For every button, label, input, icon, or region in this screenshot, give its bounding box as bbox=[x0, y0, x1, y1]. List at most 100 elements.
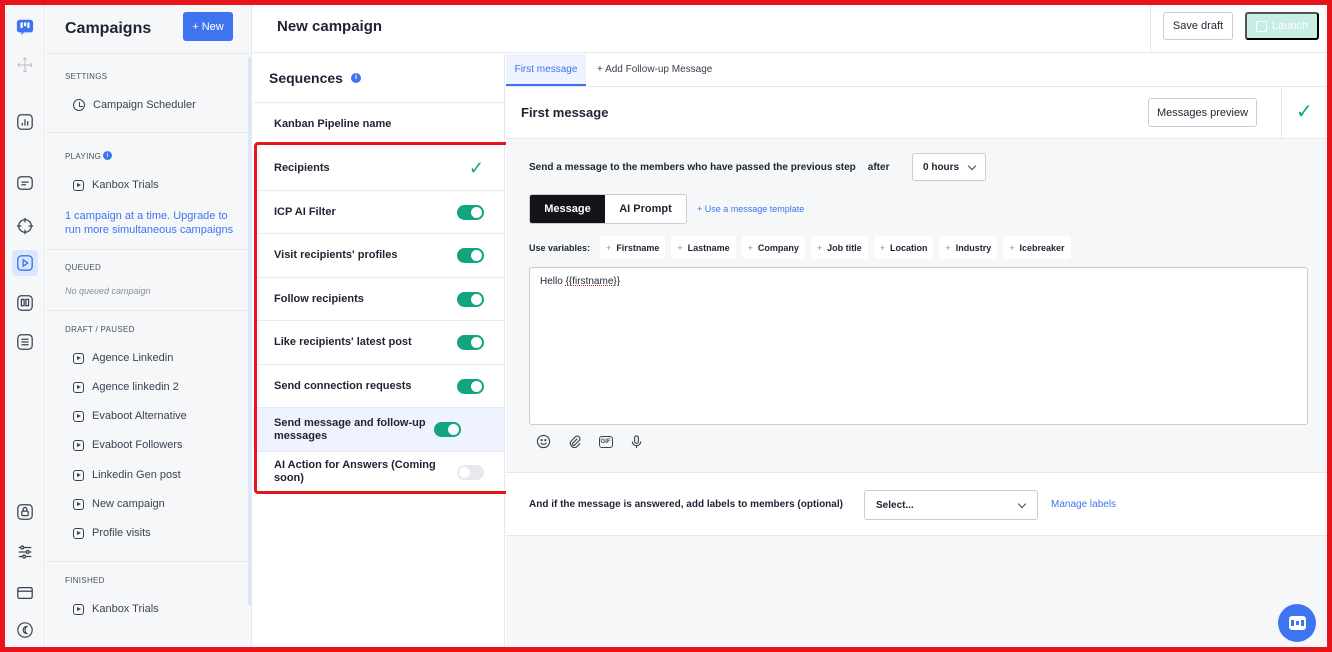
sidebar-item-draft-3[interactable]: Evaboot Followers bbox=[73, 439, 183, 451]
visit-profiles-toggle[interactable] bbox=[457, 248, 484, 263]
emoji-icon[interactable] bbox=[536, 434, 551, 449]
page-title: New campaign bbox=[277, 18, 383, 35]
tab-add-follow-up[interactable]: + Add Follow-up Message bbox=[597, 64, 712, 75]
follow-recipients-toggle[interactable] bbox=[457, 291, 484, 307]
divider bbox=[46, 561, 249, 562]
billing-card-icon[interactable] bbox=[15, 583, 35, 603]
save-draft-button[interactable]: Save draft bbox=[1163, 12, 1233, 40]
variable-label: Location bbox=[889, 242, 928, 253]
labels-select[interactable]: Select... bbox=[864, 490, 1038, 520]
sequence-row-label: Visit recipients' profiles bbox=[274, 249, 398, 261]
microphone-icon[interactable] bbox=[629, 434, 644, 449]
campaigns-icon[interactable] bbox=[12, 250, 38, 276]
icp-ai-filter-toggle[interactable] bbox=[457, 204, 484, 220]
campaign-scheduler-label: Campaign Scheduler bbox=[93, 99, 196, 111]
campaign-play-icon bbox=[73, 410, 84, 422]
sidebar-scrollbar[interactable] bbox=[248, 57, 251, 605]
sidebar-item-draft-5[interactable]: New campaign bbox=[73, 498, 165, 510]
sequence-row-recipients[interactable]: Recipients ✓ bbox=[253, 146, 504, 190]
sequences-title: Sequences i bbox=[269, 70, 361, 86]
divider bbox=[1281, 87, 1282, 138]
top-header: New campaign Save draft Launch bbox=[253, 5, 1327, 53]
variable-chip[interactable]: + Job title bbox=[810, 236, 868, 259]
campaign-play-icon bbox=[73, 498, 84, 510]
dashboard-icon[interactable] bbox=[15, 112, 35, 132]
campaign-play-icon bbox=[73, 603, 84, 615]
new-campaign-button[interactable]: + New bbox=[183, 12, 233, 41]
divider bbox=[1150, 5, 1151, 52]
divider bbox=[46, 53, 249, 54]
chevron-down-icon bbox=[1017, 499, 1027, 508]
after-label: after bbox=[867, 162, 890, 173]
gif-icon[interactable]: GIF bbox=[598, 434, 613, 449]
ai-action-toggle bbox=[457, 464, 484, 480]
delay-select[interactable]: 0 hours bbox=[912, 153, 986, 181]
sidebar-item-draft-4[interactable]: Linkedin Gen post bbox=[73, 469, 181, 481]
kanban-icon[interactable] bbox=[15, 293, 35, 313]
sidebar-title: Campaigns bbox=[65, 20, 152, 37]
message-header: First message Messages preview ✓ bbox=[506, 87, 1327, 139]
attachment-icon[interactable] bbox=[567, 434, 582, 449]
campaign-play-icon bbox=[73, 179, 84, 191]
target-icon[interactable] bbox=[15, 216, 35, 236]
editor-toolbar: GIF bbox=[536, 434, 644, 449]
campaign-play-icon bbox=[73, 527, 84, 539]
campaign-play-icon bbox=[73, 381, 84, 393]
sidebar-item-label: Agence Linkedin bbox=[92, 352, 174, 364]
sidebar-item-draft-2[interactable]: Evaboot Alternative bbox=[73, 410, 187, 422]
send-message-toggle[interactable] bbox=[434, 422, 461, 437]
sidebar-item-draft-6[interactable]: Profile visits bbox=[73, 527, 151, 539]
sequences-panel: Sequences i Kanban Pipeline name Recipie… bbox=[253, 54, 505, 647]
use-template-link[interactable]: + Use a message template bbox=[697, 204, 804, 214]
upgrade-link[interactable]: 1 campaign at a time. Upgrade to run mor… bbox=[65, 209, 240, 237]
plus-icon: + bbox=[1009, 242, 1015, 253]
variable-label: Industry bbox=[955, 242, 992, 253]
chat-support-button[interactable] bbox=[1278, 604, 1316, 642]
sidebar-item-draft-0[interactable]: Agence Linkedin bbox=[73, 352, 173, 364]
section-finished: FINISHED bbox=[65, 576, 105, 585]
launch-button[interactable]: Launch bbox=[1245, 12, 1319, 40]
settings-sliders-icon[interactable] bbox=[15, 542, 35, 562]
sidebar-item-finished-0[interactable]: Kanbox Trials bbox=[73, 603, 159, 615]
send-rule: Send a message to the members who have p… bbox=[529, 162, 889, 173]
info-icon[interactable]: i bbox=[103, 151, 113, 160]
connection-requests-toggle[interactable] bbox=[457, 378, 484, 394]
sequence-row-connection-requests[interactable]: Send connection requests bbox=[253, 364, 504, 407]
campaigns-sidebar: Campaigns + New SETTINGS Campaign Schedu… bbox=[46, 5, 252, 647]
mode-message-button[interactable]: Message bbox=[530, 195, 605, 223]
sequence-row-send-message[interactable]: Send message and follow-up messages bbox=[253, 407, 504, 451]
campaign-scheduler-link[interactable]: Campaign Scheduler bbox=[73, 99, 196, 111]
sequence-row-follow[interactable]: Follow recipients bbox=[253, 277, 504, 320]
variable-chip[interactable]: + Location bbox=[873, 236, 934, 259]
sidebar-item-draft-1[interactable]: Agence linkedin 2 bbox=[73, 381, 179, 393]
variable-label: Firstname bbox=[616, 242, 660, 253]
variable-chip[interactable]: + Icebreaker bbox=[1003, 236, 1071, 259]
plus-icon: + bbox=[816, 242, 823, 253]
confirm-check-icon[interactable]: ✓ bbox=[1296, 99, 1313, 124]
like-post-toggle[interactable] bbox=[457, 335, 484, 350]
variable-chip[interactable]: + Lastname bbox=[671, 236, 736, 259]
kanbox-logo-icon[interactable] bbox=[15, 17, 35, 37]
lists-icon[interactable] bbox=[15, 332, 35, 352]
variable-chip[interactable]: + Industry bbox=[939, 236, 998, 259]
sequence-row-like-post[interactable]: Like recipients' latest post bbox=[253, 320, 504, 364]
kanban-pipeline-row[interactable]: Kanban Pipeline name bbox=[253, 102, 504, 145]
message-editor[interactable]: Hello {{firstname}} bbox=[529, 267, 1308, 425]
sequence-row-icp-ai-filter[interactable]: ICP AI Filter bbox=[253, 190, 504, 233]
inbox-icon[interactable] bbox=[15, 173, 35, 193]
sidebar-item-playing-0[interactable]: Kanbox Trials bbox=[73, 179, 159, 191]
chevron-down-icon bbox=[967, 161, 977, 170]
lock-icon[interactable] bbox=[15, 502, 35, 522]
manage-labels-link[interactable]: Manage labels bbox=[1051, 499, 1116, 510]
mode-ai-prompt-button[interactable]: AI Prompt bbox=[605, 195, 686, 223]
section-draft: DRAFT / PAUSED bbox=[65, 325, 135, 334]
variable-chip[interactable]: + Firstname bbox=[600, 236, 666, 259]
launch-label: Launch bbox=[1271, 20, 1309, 32]
linkedin-move-icon[interactable] bbox=[15, 55, 35, 75]
info-icon[interactable]: i bbox=[350, 73, 361, 83]
variable-chip[interactable]: + Company bbox=[741, 236, 805, 259]
dark-mode-moon-icon[interactable] bbox=[15, 620, 35, 640]
messages-preview-button[interactable]: Messages preview bbox=[1148, 98, 1257, 127]
sequence-row-visit-profiles[interactable]: Visit recipients' profiles bbox=[253, 233, 504, 277]
tab-first-message[interactable]: First message bbox=[506, 54, 586, 86]
